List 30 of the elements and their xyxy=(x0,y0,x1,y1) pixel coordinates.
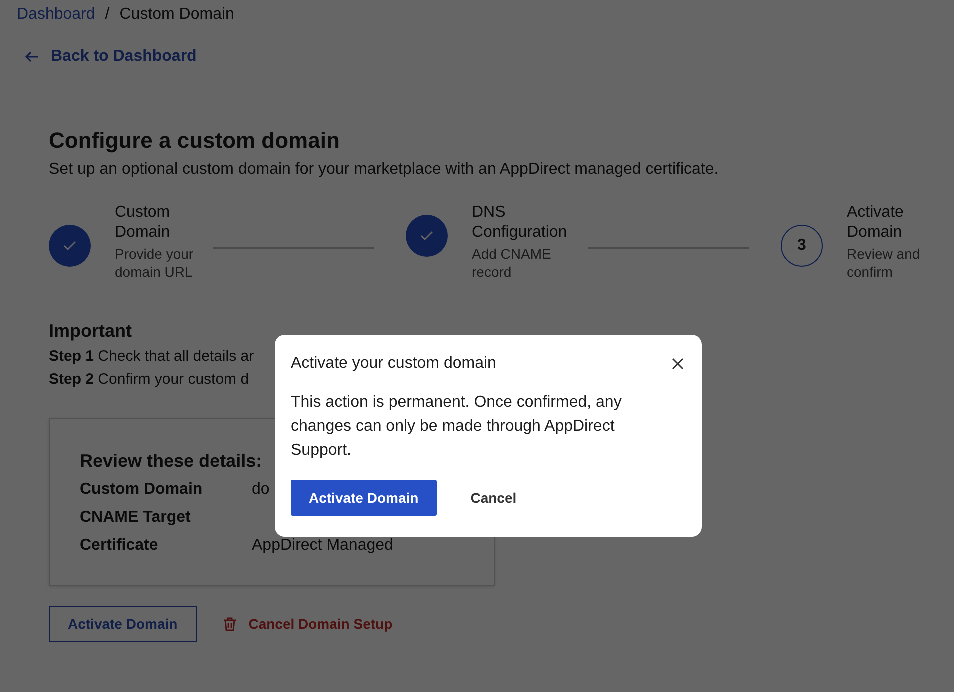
step-title: DNS Configuration xyxy=(472,203,568,243)
detail-value: AppDirect Managed xyxy=(252,536,394,556)
dialog-message: This action is permanent. Once confirmed, any changes can only be made through AppDirect Support. xyxy=(291,393,623,461)
cancel-setup-button[interactable]: Cancel Domain Setup xyxy=(222,616,393,632)
step-title: Activate Domain xyxy=(847,203,905,243)
step-title: Custom Domain xyxy=(115,203,172,243)
breadcrumb-item[interactable]: Custom Domain xyxy=(120,6,234,24)
close-icon[interactable] xyxy=(670,356,686,372)
step-description: Add CNAME record xyxy=(472,245,552,281)
detail-value: do xyxy=(252,480,270,500)
instruction-text: Step 2 Confirm your custom d xyxy=(49,371,250,388)
important-heading: Important xyxy=(49,321,133,342)
detail-label: CNAME Target xyxy=(80,508,192,528)
activate-domain-button[interactable]: Activate Domain xyxy=(291,480,437,516)
breadcrumb-separator: / xyxy=(105,6,110,24)
activate-domain-button[interactable]: Activate Domain xyxy=(49,606,197,642)
arrow-left-icon xyxy=(25,51,39,63)
back-link[interactable]: Back to Dashboard xyxy=(25,48,197,66)
detail-label: Certificate xyxy=(80,536,160,556)
breadcrumb-item[interactable]: Dashboard xyxy=(17,6,96,24)
step-number: 3 xyxy=(781,225,823,267)
step-description: Review and confirm xyxy=(847,245,922,281)
trash-icon xyxy=(222,616,237,632)
page-title: Configure a custom domain xyxy=(49,128,341,154)
cancel-button[interactable]: Cancel xyxy=(456,480,531,516)
detail-label: Custom Domain xyxy=(80,480,204,500)
step-description: Provide your domain URL xyxy=(115,245,195,281)
dialog-title: Activate your custom domain xyxy=(291,355,496,373)
page-subtitle: Set up an optional custom domain for your marketplace with an AppDirect managed certificate. xyxy=(49,161,720,179)
instruction-text: Step 1 Check that all details ar xyxy=(49,348,254,365)
